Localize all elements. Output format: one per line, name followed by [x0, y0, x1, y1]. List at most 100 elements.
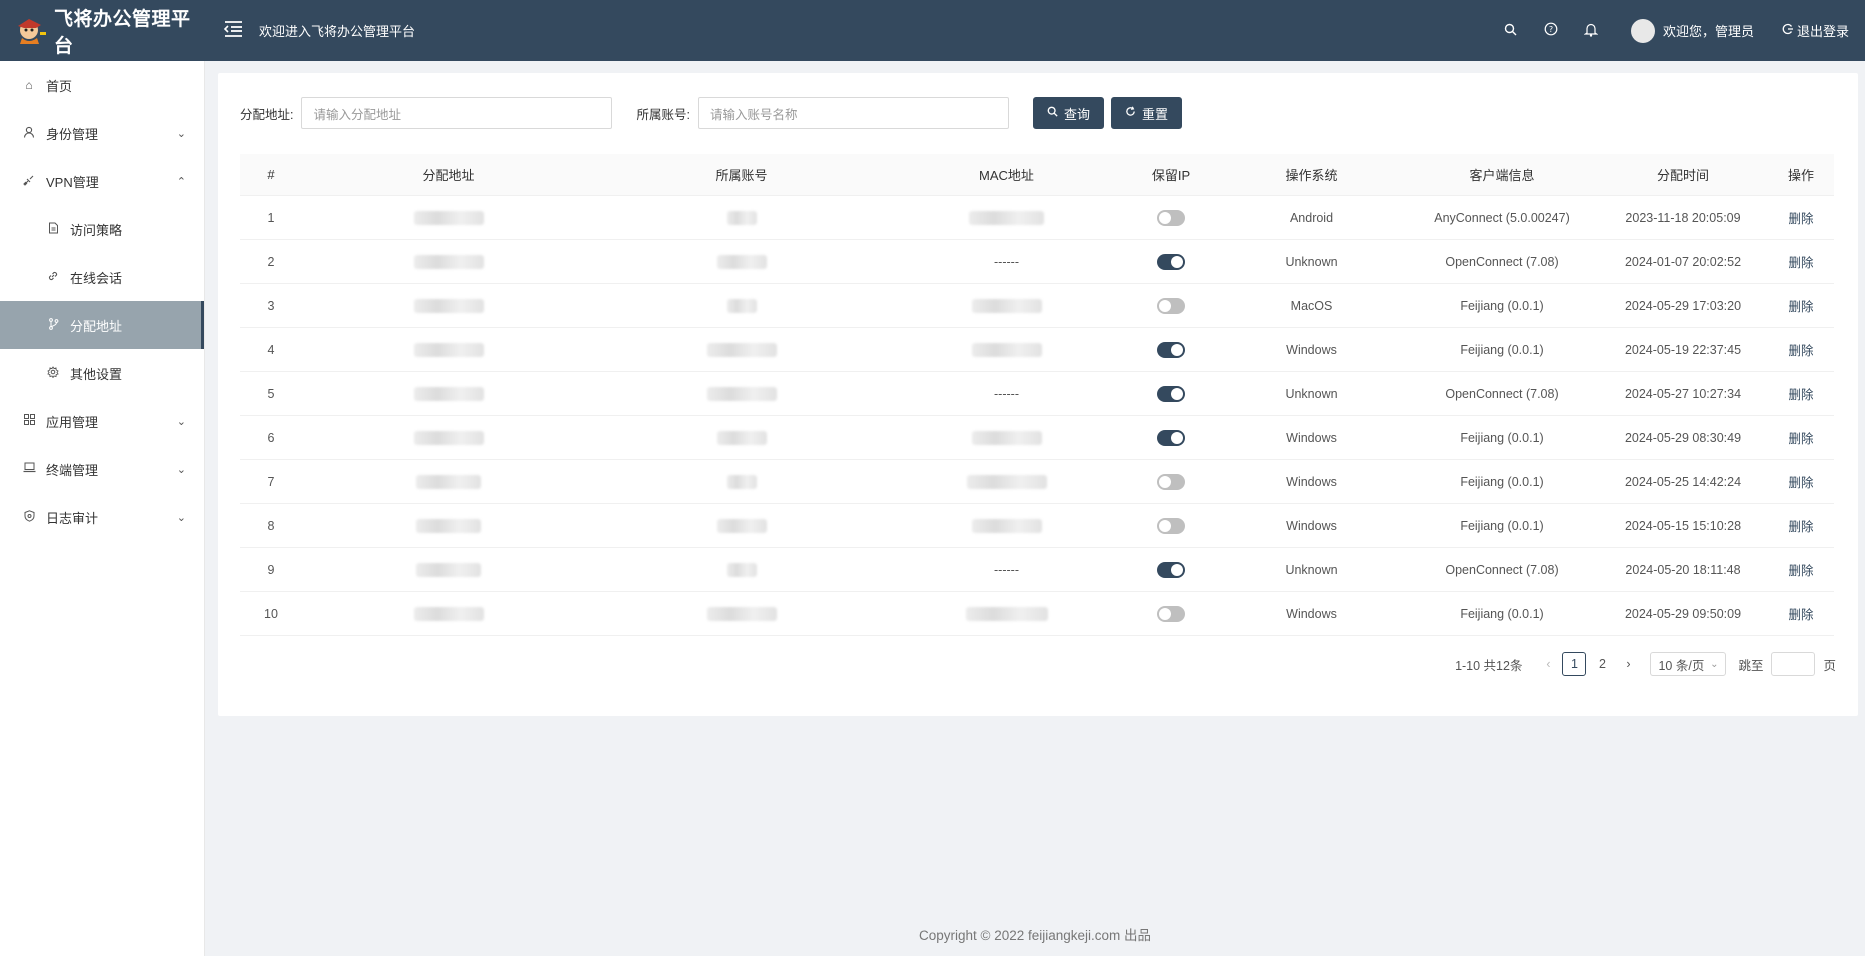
- sidebar-item-other-settings[interactable]: 其他设置: [0, 349, 204, 397]
- brand-logo[interactable]: 飞将办公管理平台: [0, 4, 205, 58]
- column-header: 所属账号: [715, 168, 768, 183]
- reserve-ip-cell: [1125, 385, 1217, 402]
- account-input[interactable]: 请输入账号名称: [697, 97, 1009, 129]
- sidebar-item-online-session[interactable]: 在线会话: [0, 253, 204, 301]
- delete-link[interactable]: 删除: [1768, 472, 1834, 491]
- os-cell: Windows: [1286, 606, 1337, 621]
- assigned-address-cell: [302, 386, 595, 401]
- page-1-button[interactable]: 1: [1562, 652, 1587, 676]
- sidebar-item-label: 在线会话: [70, 270, 123, 286]
- column-header: 操作: [1787, 168, 1814, 183]
- assigned-time-cell: 2024-05-29 08:30:49: [1624, 430, 1742, 445]
- query-button[interactable]: 查询: [1032, 97, 1104, 129]
- reserve-ip-cell: [1125, 297, 1217, 314]
- reserve-ip-toggle[interactable]: [1157, 517, 1185, 534]
- reserve-ip-toggle[interactable]: [1157, 385, 1185, 402]
- chevron-down-icon: ⌄: [176, 463, 186, 476]
- brand-mascot-icon: [14, 16, 48, 46]
- reserve-ip-toggle[interactable]: [1157, 429, 1185, 446]
- delete-link[interactable]: 删除: [1768, 296, 1834, 315]
- row-number: 3: [267, 298, 275, 313]
- assigned-address-cell: [302, 298, 595, 313]
- svg-text:?: ?: [1549, 25, 1553, 34]
- reserve-ip-cell: [1125, 605, 1217, 622]
- page-size-select[interactable]: 10 条/页 ⌄: [1650, 652, 1727, 676]
- reserve-ip-cell: [1125, 209, 1217, 226]
- sidebar-item-home[interactable]: ⌂ 首页: [0, 61, 204, 109]
- sidebar-item-assigned-address[interactable]: 分配地址: [0, 301, 204, 349]
- prev-page-icon[interactable]: ‹: [1536, 657, 1560, 671]
- menu-fold-icon[interactable]: [223, 18, 243, 44]
- reserve-ip-toggle[interactable]: [1157, 253, 1185, 270]
- reserve-ip-toggle[interactable]: [1157, 297, 1185, 314]
- delete-link[interactable]: 删除: [1768, 252, 1834, 271]
- sidebar-item-label: 首页: [46, 78, 73, 94]
- reserve-ip-toggle[interactable]: [1157, 341, 1185, 358]
- delete-link[interactable]: 删除: [1768, 516, 1834, 535]
- row-number: 8: [267, 518, 275, 533]
- sidebar-item-label: 其他设置: [70, 366, 123, 382]
- assigned-address-cell: [302, 342, 595, 357]
- os-cell: Windows: [1286, 342, 1337, 357]
- chevron-down-icon: ⌄: [1710, 658, 1719, 670]
- delete-link[interactable]: 删除: [1768, 604, 1834, 623]
- sidebar-item-identity[interactable]: 身份管理 ⌄: [0, 109, 204, 157]
- delete-link[interactable]: 删除: [1768, 428, 1834, 447]
- assigned-time-cell: 2024-05-29 09:50:09: [1624, 606, 1742, 621]
- reserve-ip-toggle[interactable]: [1157, 209, 1185, 226]
- row-number: 6: [267, 430, 275, 445]
- sidebar-item-access-policy[interactable]: 访问策略: [0, 205, 204, 253]
- next-page-icon[interactable]: ›: [1616, 657, 1640, 671]
- client-info-cell: Feijiang (0.0.1): [1460, 474, 1544, 489]
- os-cell: Windows: [1286, 430, 1337, 445]
- sidebar-item-log-audit[interactable]: 日志审计 ⌄: [0, 493, 204, 541]
- mac-cell: [888, 342, 1125, 357]
- client-info-cell: Feijiang (0.0.1): [1460, 298, 1544, 313]
- delete-label: 删除: [1788, 300, 1814, 314]
- help-icon[interactable]: ?: [1531, 22, 1571, 39]
- table-row: 5 ------ Unknown OpenConnect (7.08) 2024-05-…: [240, 372, 1834, 416]
- delete-label: 删除: [1788, 564, 1814, 578]
- delete-link[interactable]: 删除: [1768, 208, 1834, 227]
- user-icon: [22, 126, 36, 141]
- column-header: 分配时间: [1656, 168, 1709, 183]
- sidebar-item-terminals[interactable]: 终端管理 ⌄: [0, 445, 204, 493]
- reserve-ip-toggle[interactable]: [1157, 561, 1185, 578]
- assigned-address-cell: [302, 518, 595, 533]
- sidebar-item-label: 应用管理: [46, 414, 99, 430]
- delete-link[interactable]: 删除: [1768, 340, 1834, 359]
- delete-link[interactable]: 删除: [1768, 560, 1834, 579]
- home-icon: ⌂: [25, 78, 33, 92]
- account-input-placeholder: 请输入账号名称: [709, 107, 798, 122]
- reset-button[interactable]: 重置: [1110, 97, 1182, 129]
- reserve-ip-toggle[interactable]: [1157, 605, 1185, 622]
- vpn-icon: [22, 174, 36, 189]
- mac-cell: [888, 298, 1125, 313]
- address-filter-label: 分配地址:: [240, 107, 294, 122]
- os-cell: Unknown: [1285, 386, 1338, 401]
- address-input[interactable]: 请输入分配地址: [301, 97, 613, 129]
- delete-link[interactable]: 删除: [1768, 384, 1834, 403]
- address-table: # 分配地址 所属账号 MAC地址 保留IP 操作系统 客户端信息 分配时间 操…: [240, 154, 1834, 636]
- logout-button[interactable]: 退出登录: [1782, 21, 1849, 40]
- user-menu[interactable]: 欢迎您，管理员: [1630, 18, 1754, 43]
- user-greeting: 欢迎您，管理员: [1662, 24, 1754, 39]
- column-header: 保留IP: [1151, 168, 1191, 183]
- page-2-button[interactable]: 2: [1590, 652, 1614, 676]
- sidebar-item-label: 访问策略: [70, 222, 123, 238]
- client-info-cell: Feijiang (0.0.1): [1460, 606, 1544, 621]
- address-input-placeholder: 请输入分配地址: [313, 107, 401, 122]
- sidebar-item-vpn[interactable]: VPN管理 ⌃: [0, 157, 204, 205]
- search-icon[interactable]: [1491, 23, 1531, 39]
- reserve-ip-toggle[interactable]: [1157, 473, 1185, 490]
- sidebar-item-apps[interactable]: 应用管理 ⌄: [0, 397, 204, 445]
- search-icon: [1047, 106, 1058, 120]
- mac-cell: [888, 430, 1125, 445]
- assigned-time-cell: 2024-05-29 17:03:20: [1624, 298, 1742, 313]
- jump-page-input[interactable]: [1771, 652, 1816, 676]
- branch-icon: [46, 317, 60, 333]
- account-cell: [595, 518, 888, 533]
- table-header: # 分配地址 所属账号 MAC地址 保留IP 操作系统 客户端信息 分配时间 操…: [240, 154, 1834, 196]
- bell-icon[interactable]: [1571, 22, 1611, 40]
- row-number: 10: [264, 606, 278, 621]
